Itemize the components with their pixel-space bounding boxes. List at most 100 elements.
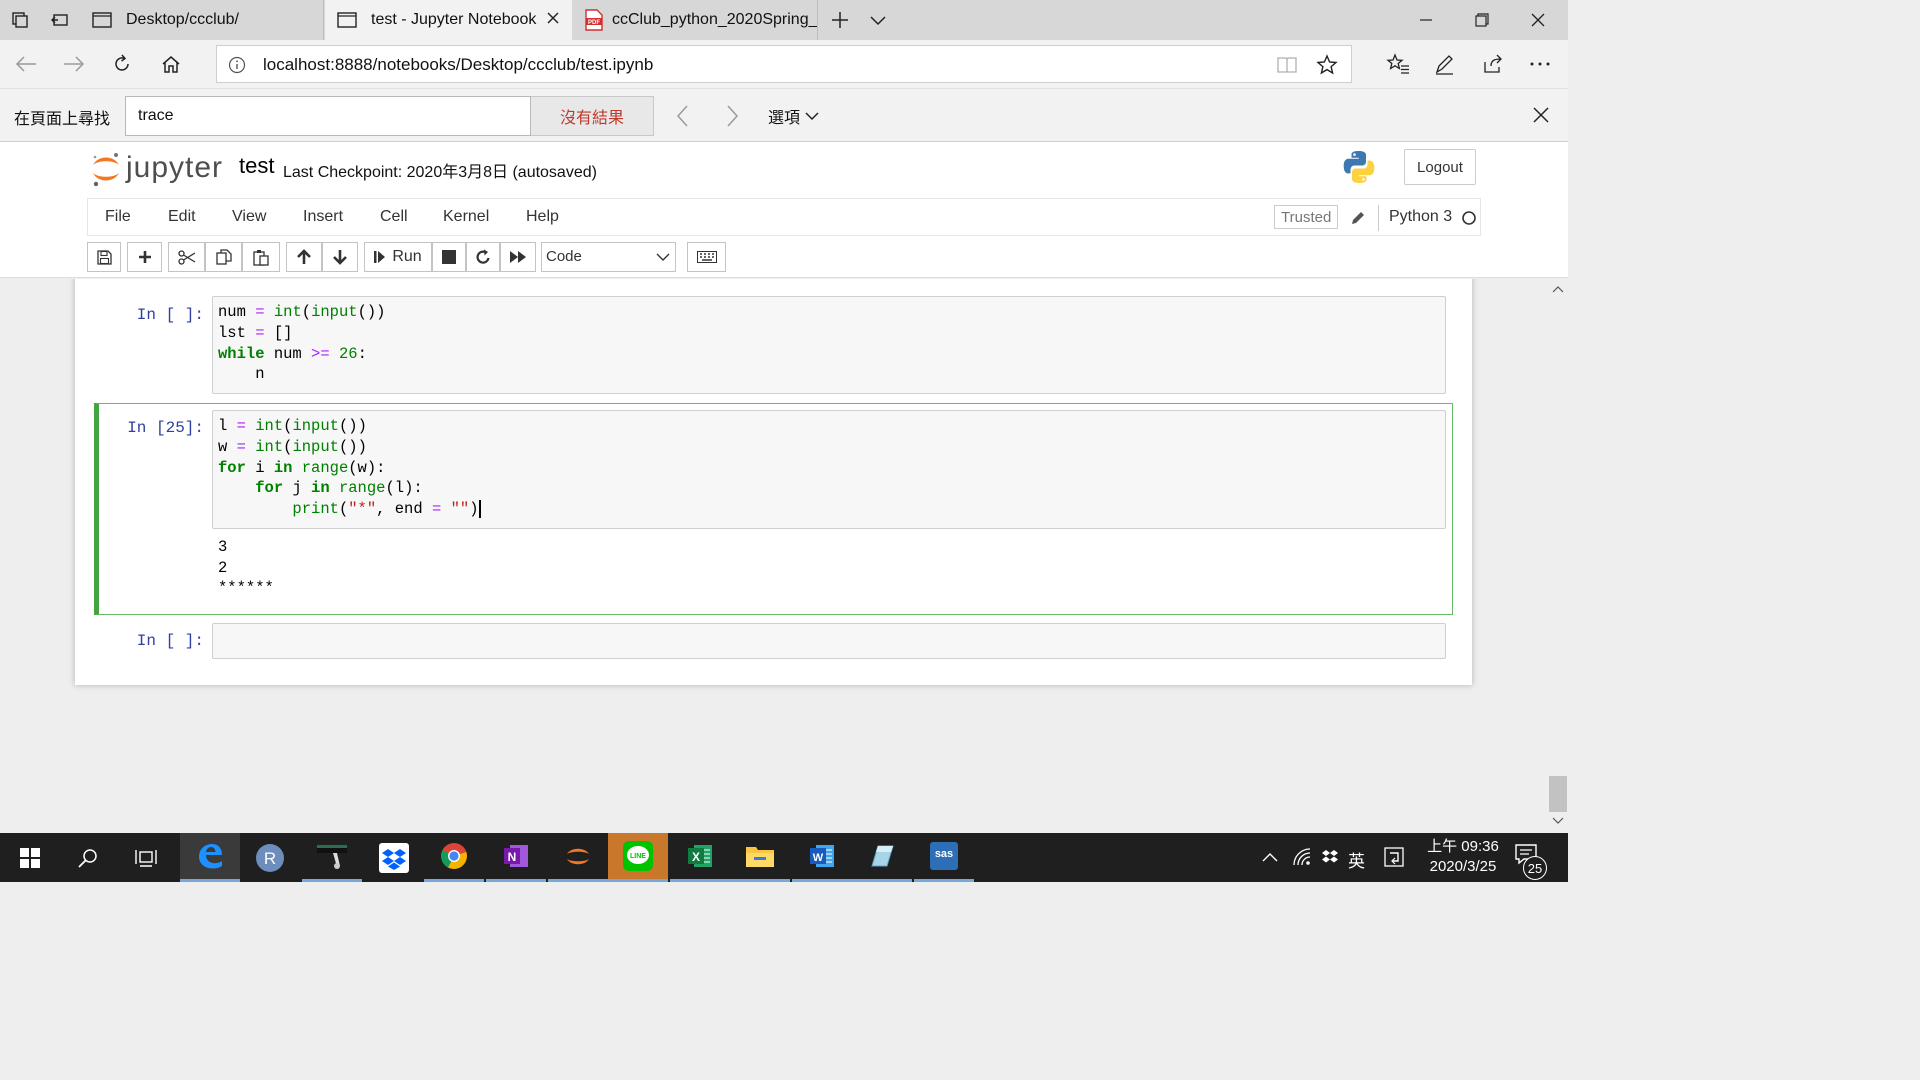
forward-button[interactable] bbox=[52, 44, 96, 84]
move-cell-up-button[interactable] bbox=[286, 242, 322, 272]
system-clock[interactable]: 上午 09:36 2020/3/25 bbox=[1418, 837, 1508, 877]
start-button[interactable] bbox=[0, 833, 60, 882]
output-line: ****** bbox=[218, 579, 274, 597]
restore-button[interactable] bbox=[1454, 0, 1510, 40]
restart-run-all-button[interactable] bbox=[500, 242, 536, 272]
scroll-down-icon[interactable] bbox=[1552, 817, 1564, 825]
taskbar-file-explorer[interactable] bbox=[730, 833, 790, 882]
set-aside-tabs-button[interactable] bbox=[0, 0, 40, 40]
logout-button[interactable]: Logout bbox=[1404, 149, 1476, 185]
tray-dropbox[interactable] bbox=[1320, 847, 1340, 872]
menu-insert[interactable]: Insert bbox=[303, 208, 343, 226]
taskbar-app-tool[interactable] bbox=[302, 833, 362, 882]
tab-title: test - Jupyter Notebook bbox=[371, 11, 537, 28]
dropbox-icon bbox=[379, 842, 409, 873]
paste-button[interactable] bbox=[242, 242, 280, 272]
back-button[interactable] bbox=[4, 44, 48, 84]
run-button[interactable]: Run bbox=[364, 242, 432, 272]
move-cell-down-button[interactable] bbox=[322, 242, 358, 272]
interrupt-kernel-button[interactable] bbox=[432, 242, 466, 272]
taskbar-app-notes[interactable] bbox=[852, 833, 912, 882]
info-icon[interactable] bbox=[228, 56, 246, 74]
kernel-name[interactable]: Python 3 bbox=[1389, 208, 1452, 226]
menu-cell[interactable]: Cell bbox=[380, 208, 408, 226]
restart-icon bbox=[476, 249, 490, 264]
taskbar-edge[interactable] bbox=[180, 833, 240, 882]
copy-icon bbox=[215, 249, 232, 265]
scrollbar-thumb[interactable] bbox=[1549, 776, 1567, 812]
menu-view[interactable]: View bbox=[232, 208, 266, 226]
tab-list-button[interactable] bbox=[858, 0, 898, 40]
reading-view-icon[interactable] bbox=[1277, 56, 1297, 74]
cell-type-value: Code bbox=[546, 248, 582, 265]
network-status[interactable] bbox=[1292, 847, 1312, 872]
arrow-down-icon bbox=[333, 250, 347, 265]
taskbar-chrome[interactable] bbox=[424, 833, 484, 882]
refresh-button[interactable] bbox=[100, 44, 144, 84]
output-line: 3 bbox=[218, 538, 228, 556]
input-mode-button[interactable] bbox=[1384, 847, 1404, 872]
r-app-label: R bbox=[264, 849, 276, 868]
find-input[interactable]: trace bbox=[125, 96, 531, 136]
menu-file[interactable]: File bbox=[105, 208, 131, 226]
restart-kernel-button[interactable] bbox=[466, 242, 500, 272]
jupyter-logo[interactable]: jupyter bbox=[90, 148, 223, 188]
settings-more-button[interactable] bbox=[1518, 44, 1562, 84]
show-tab-previews-button[interactable] bbox=[40, 0, 80, 40]
edit-mode-pencil-icon bbox=[1352, 212, 1364, 224]
close-find-bar-button[interactable] bbox=[1532, 106, 1550, 129]
insert-cell-button[interactable] bbox=[127, 242, 162, 272]
trusted-indicator[interactable]: Trusted bbox=[1274, 205, 1339, 229]
save-button[interactable] bbox=[87, 242, 121, 272]
chevron-right-icon bbox=[727, 105, 739, 127]
task-view-button[interactable] bbox=[116, 833, 176, 882]
code-cell-input[interactable]: num = int(input()) lst = [] while num >=… bbox=[212, 296, 1446, 394]
find-previous-button[interactable] bbox=[672, 103, 694, 134]
menu-kernel[interactable]: Kernel bbox=[443, 208, 489, 226]
show-hidden-icons-button[interactable] bbox=[1262, 849, 1278, 867]
cut-button[interactable] bbox=[168, 242, 205, 272]
input-mode-icon bbox=[1384, 847, 1404, 867]
scroll-up-icon[interactable] bbox=[1552, 285, 1564, 293]
jupyter-logo-icon bbox=[93, 153, 119, 187]
tab-ccclub-pdf[interactable]: PDF ccClub_python_2020Spring_ bbox=[572, 0, 818, 40]
copy-button[interactable] bbox=[205, 242, 242, 272]
find-options-button[interactable]: 選項 bbox=[768, 104, 820, 128]
close-window-button[interactable] bbox=[1510, 0, 1566, 40]
taskbar-onenote[interactable]: N bbox=[486, 833, 546, 882]
tab-desktop-ccclub[interactable]: Desktop/ccclub/ bbox=[80, 0, 324, 40]
favorites-hub-button[interactable] bbox=[1376, 44, 1420, 84]
menu-help[interactable]: Help bbox=[526, 208, 559, 226]
code-cell-input[interactable] bbox=[212, 623, 1446, 659]
cell-type-select[interactable]: Code bbox=[541, 242, 676, 272]
tab-jupyter-notebook[interactable]: test - Jupyter Notebook bbox=[325, 0, 572, 40]
taskbar-dropbox[interactable] bbox=[364, 833, 424, 882]
home-button[interactable] bbox=[149, 44, 193, 84]
share-button[interactable] bbox=[1471, 44, 1515, 84]
clock-time: 上午 09:36 bbox=[1427, 838, 1499, 855]
python-logo-icon bbox=[1343, 151, 1375, 183]
favorite-star-icon[interactable] bbox=[1316, 54, 1338, 76]
notebook-title[interactable]: test bbox=[239, 153, 274, 179]
taskbar-word[interactable]: W bbox=[792, 833, 852, 882]
taskbar-r[interactable]: R bbox=[240, 833, 300, 882]
code-cell-input[interactable]: l = int(input()) w = int(input()) for i … bbox=[212, 410, 1446, 529]
close-tab-button[interactable] bbox=[546, 11, 560, 30]
minimize-button[interactable] bbox=[1398, 0, 1454, 40]
taskbar-excel[interactable]: X bbox=[670, 833, 730, 882]
find-next-button[interactable] bbox=[721, 103, 743, 134]
search-button[interactable] bbox=[58, 833, 118, 882]
command-palette-button[interactable] bbox=[687, 242, 726, 272]
notebook-scroll-area[interactable]: In [ ]: num = int(input()) lst = [] whil… bbox=[0, 279, 1548, 833]
taskbar-line[interactable]: LINE bbox=[608, 833, 668, 882]
url-field[interactable]: localhost:8888/notebooks/Desktop/ccclub/… bbox=[216, 45, 1352, 83]
taskbar-jupyter[interactable] bbox=[548, 833, 608, 882]
add-notes-button[interactable] bbox=[1422, 44, 1466, 84]
step-forward-icon bbox=[374, 251, 386, 263]
ime-indicator[interactable]: 英 bbox=[1348, 847, 1365, 872]
new-tab-button[interactable] bbox=[820, 0, 860, 40]
edge-browser-icon bbox=[199, 844, 222, 869]
vertical-scrollbar[interactable] bbox=[1548, 279, 1568, 833]
taskbar-sas[interactable]: sas bbox=[914, 833, 974, 882]
menu-edit[interactable]: Edit bbox=[168, 208, 196, 226]
